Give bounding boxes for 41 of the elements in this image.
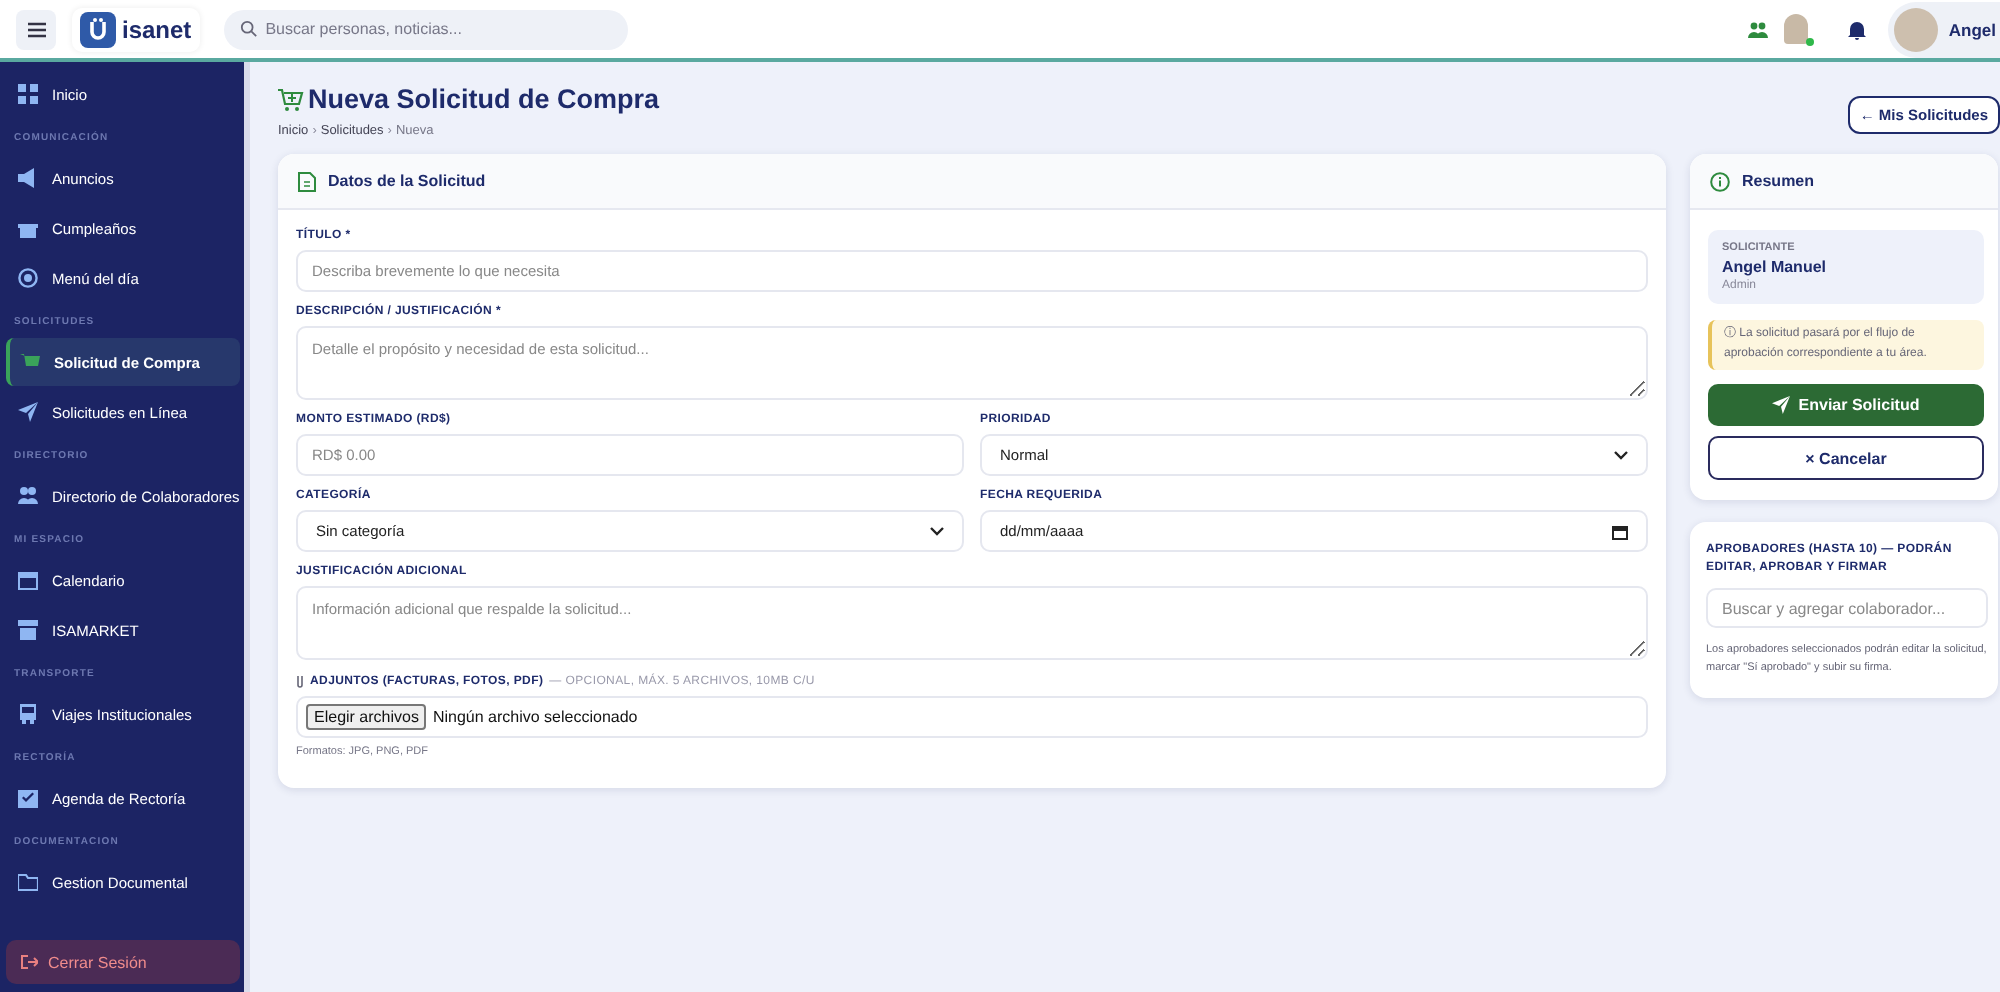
cancel-button[interactable]: × Cancelar	[1708, 436, 1984, 481]
calendar-icon	[1612, 523, 1628, 539]
logo-icon	[80, 11, 116, 47]
choose-file-button[interactable]: Elegir archivos	[306, 704, 427, 730]
logout-button[interactable]: Cerrar Sesión	[6, 940, 240, 984]
cart-icon	[20, 352, 40, 372]
grid-icon	[18, 84, 38, 104]
submit-button[interactable]: Enviar Solicitud	[1708, 384, 1984, 427]
search-field[interactable]: Buscar y agregar colaborador...	[1706, 588, 1988, 629]
cart-icon	[278, 87, 304, 111]
file-status: Ningún archivo seleccionado	[432, 708, 638, 726]
logout-icon	[20, 954, 38, 970]
document-icon	[298, 171, 316, 191]
send-icon	[1772, 396, 1791, 415]
send-icon	[18, 402, 38, 422]
folder-icon	[18, 872, 38, 892]
info-icon	[1710, 171, 1730, 191]
calendar-icon	[18, 570, 38, 590]
megaphone-icon	[18, 168, 38, 188]
store-icon	[18, 620, 38, 640]
people-icon[interactable]	[1748, 21, 1769, 37]
card-title: Resumen	[1742, 172, 1815, 190]
logo-text: isanet	[122, 15, 192, 43]
requester-name: Angel Manuel	[1722, 258, 1829, 276]
bell-icon[interactable]	[1848, 19, 1867, 39]
agenda-icon	[18, 788, 38, 808]
page-title: Nueva Solicitud de Compra	[308, 84, 660, 114]
menu-icon	[27, 21, 45, 37]
search-field[interactable]: Buscar personas, noticias...	[223, 9, 628, 49]
avatar	[1894, 7, 1939, 51]
menu-button[interactable]	[16, 9, 56, 49]
file-input[interactable]: Elegir archivos Ningún archivo seleccionado	[296, 696, 1648, 738]
search-icon	[239, 20, 258, 38]
logo[interactable]: isanet	[72, 7, 200, 51]
chevron-down-icon	[1614, 450, 1628, 460]
target-icon	[18, 268, 38, 288]
chevron-down-icon	[930, 526, 944, 536]
bus-icon	[18, 704, 38, 724]
card-title: Datos de la Solicitud	[328, 172, 486, 190]
user-menu[interactable]: Angel	[1888, 1, 2000, 57]
people-icon	[18, 486, 38, 506]
